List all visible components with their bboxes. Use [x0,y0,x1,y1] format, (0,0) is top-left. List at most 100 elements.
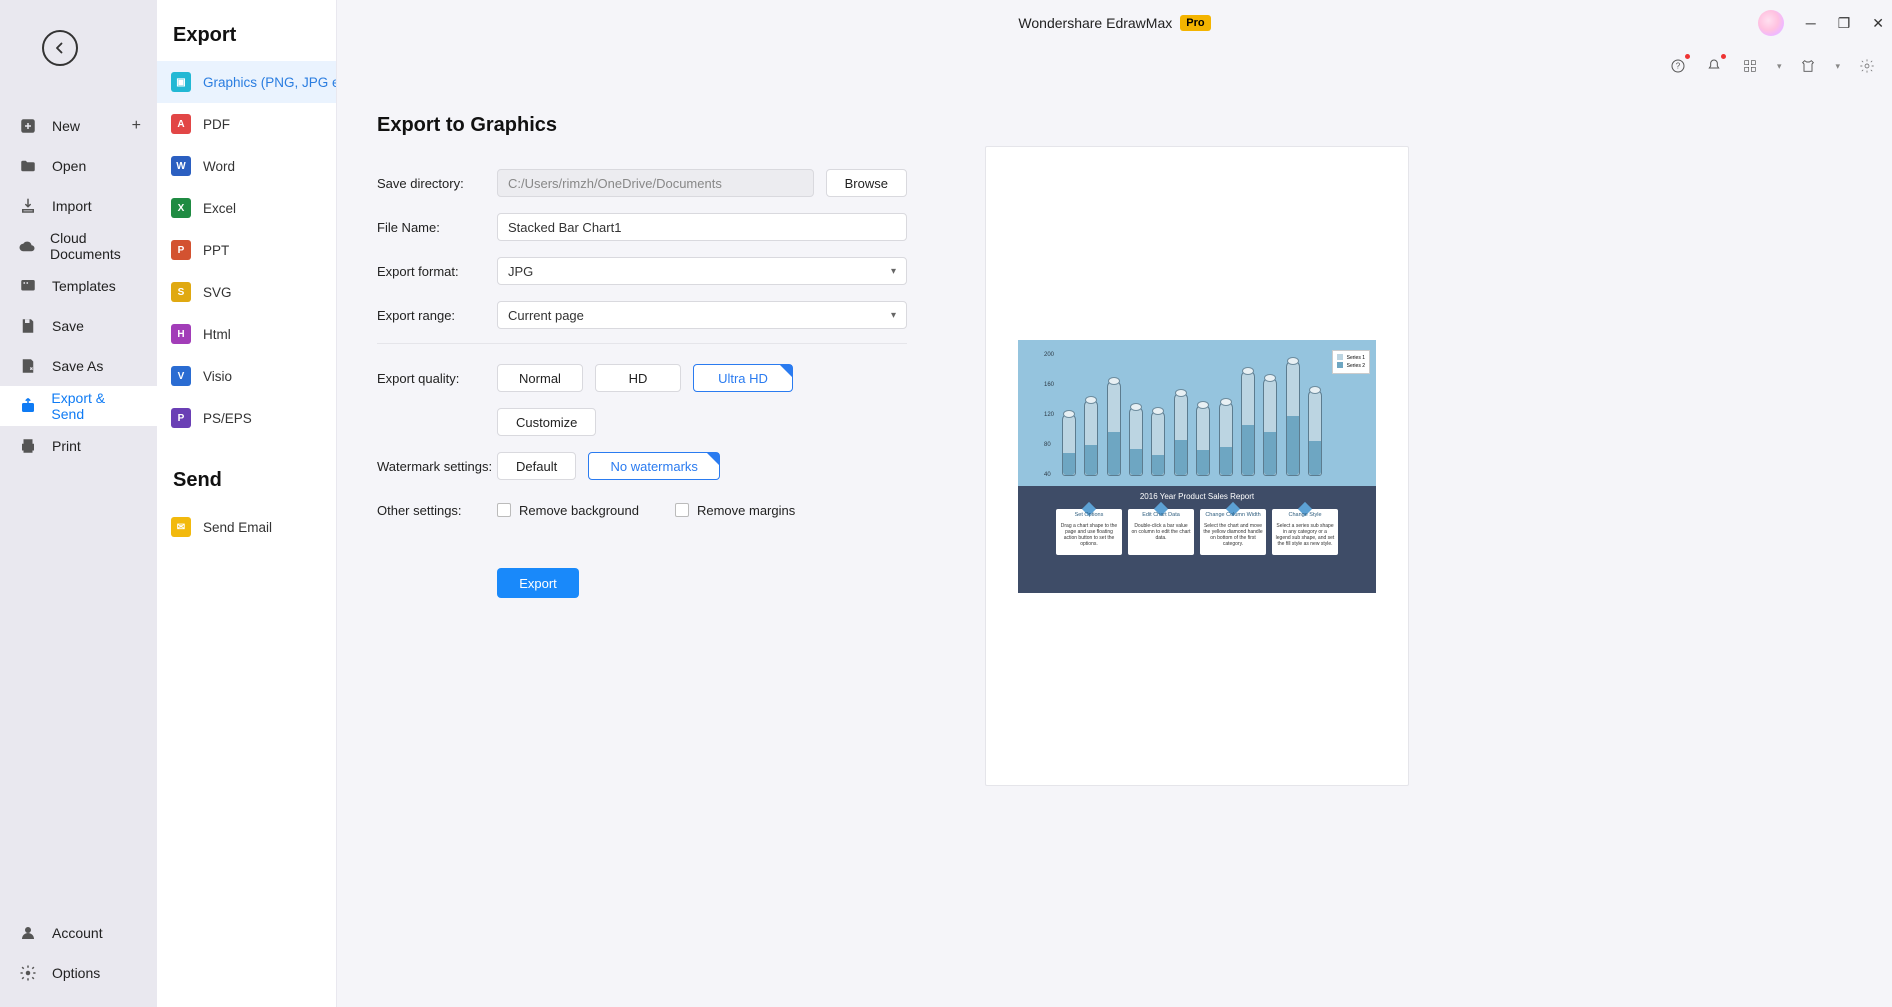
maximize-button[interactable]: ❐ [1838,15,1851,32]
fmt-label: PPT [203,243,229,258]
print-icon [18,436,38,456]
label-other: Other settings: [377,503,497,518]
nav-options[interactable]: Options [0,953,157,993]
svg-text:?: ? [1676,62,1681,71]
export-button[interactable]: Export [497,568,579,598]
help-icon[interactable]: ? [1669,57,1687,75]
ppt-icon: P [171,240,191,260]
label-savedir: Save directory: [377,176,497,191]
fmt-label: Html [203,327,231,342]
fmt-word[interactable]: WWord [157,145,336,187]
browse-button[interactable]: Browse [826,169,907,197]
import-icon [18,196,38,216]
plus-icon: + [132,117,141,135]
nav-account[interactable]: Account [0,913,157,953]
fmt-label: Excel [203,201,236,216]
quality-customize[interactable]: Customize [497,408,596,436]
send-email[interactable]: ✉ Send Email [157,506,336,548]
chevron-down-icon: ▾ [1777,61,1782,72]
fmt-svg[interactable]: S SVG [157,271,336,313]
nav-label: Save [52,318,84,334]
svg-icon: S [171,282,191,302]
fmt-label: Send Email [203,520,272,535]
avatar[interactable] [1758,10,1784,36]
format-select[interactable]: JPG [497,257,907,285]
nav-label: Print [52,438,81,454]
chevron-down-icon: ▾ [1835,61,1840,72]
fmt-graphics[interactable]: ▣Graphics (PNG, JPG et... [157,61,336,103]
chk-remove-margins[interactable]: Remove margins [675,503,795,518]
fmt-label: Word [203,159,235,174]
ps-icon: P [171,408,191,428]
nav-import[interactable]: Import [0,186,157,226]
nav-label: Open [52,158,86,174]
nav-export-send[interactable]: Export & Send [0,386,157,426]
nav-label: Options [52,965,100,981]
person-icon [18,923,38,943]
templates-icon [18,276,38,296]
fmt-excel[interactable]: X Excel [157,187,336,229]
fmt-pseps[interactable]: P PS/EPS [157,397,336,439]
titlebar: Wondershare EdrawMax Pro ─ ❐ ✕ [337,0,1892,46]
label-format: Export format: [377,264,497,279]
nav-label: New [52,118,80,134]
preview-thumbnail: 200 160 120 80 40 Series 1 Series 2 [1018,340,1376,593]
bell-icon[interactable] [1705,57,1723,75]
close-button[interactable]: ✕ [1872,15,1884,32]
label-range: Export range: [377,308,497,323]
quality-hd[interactable]: HD [595,364,681,392]
nav-label: Export & Send [51,390,139,422]
export-icon [18,396,37,416]
pro-badge: Pro [1180,15,1210,31]
nav-label: Account [52,925,103,941]
plus-square-icon [18,116,38,136]
back-button[interactable] [42,30,78,66]
nav-print[interactable]: Print [0,426,157,466]
label-watermark: Watermark settings: [377,459,497,474]
shirt-icon[interactable] [1799,57,1817,75]
chk-remove-bg[interactable]: Remove background [497,503,639,518]
save-icon [18,316,38,336]
nav-label: Cloud Documents [50,230,139,262]
fmt-ppt[interactable]: P PPT [157,229,336,271]
quality-ultrahd[interactable]: Ultra HD [693,364,793,392]
fmt-label: PDF [203,117,230,132]
nav-label: Save As [52,358,103,374]
range-select[interactable]: Current page [497,301,907,329]
wm-none[interactable]: No watermarks [588,452,720,480]
nav-open[interactable]: Open [0,146,157,186]
preview-legend: Series 1 Series 2 [1332,350,1370,374]
send-heading: Send [157,469,336,506]
cloud-icon [18,236,36,256]
minimize-button[interactable]: ─ [1806,15,1816,31]
fmt-label: Visio [203,369,232,384]
excel-icon: X [171,198,191,218]
fmt-label: PS/EPS [203,411,252,426]
arrow-left-icon [51,39,69,57]
wm-default[interactable]: Default [497,452,576,480]
nav-new[interactable]: New + [0,106,157,146]
fmt-visio[interactable]: V Visio [157,355,336,397]
quality-normal[interactable]: Normal [497,364,583,392]
filename-input[interactable] [497,213,907,241]
nav-saveas[interactable]: Save As [0,346,157,386]
preview-title: 2016 Year Product Sales Report [1026,492,1368,501]
nav-cloud[interactable]: Cloud Documents [0,226,157,266]
fmt-pdf[interactable]: A PDF [157,103,336,145]
folder-icon [18,156,38,176]
fmt-label: SVG [203,285,232,300]
nav-save[interactable]: Save [0,306,157,346]
html-icon: H [171,324,191,344]
settings-icon[interactable] [1858,57,1876,75]
pdf-icon: A [171,114,191,134]
saveas-icon [18,356,38,376]
form-title: Export to Graphics [377,114,907,137]
visio-icon: V [171,366,191,386]
grid-icon[interactable] [1741,57,1759,75]
app-title: Wondershare EdrawMax [1018,15,1172,31]
nav-label: Import [52,198,92,214]
fmt-html[interactable]: H Html [157,313,336,355]
fmt-label: Graphics (PNG, JPG et... [203,75,336,90]
nav-templates[interactable]: Templates [0,266,157,306]
email-icon: ✉ [171,517,191,537]
